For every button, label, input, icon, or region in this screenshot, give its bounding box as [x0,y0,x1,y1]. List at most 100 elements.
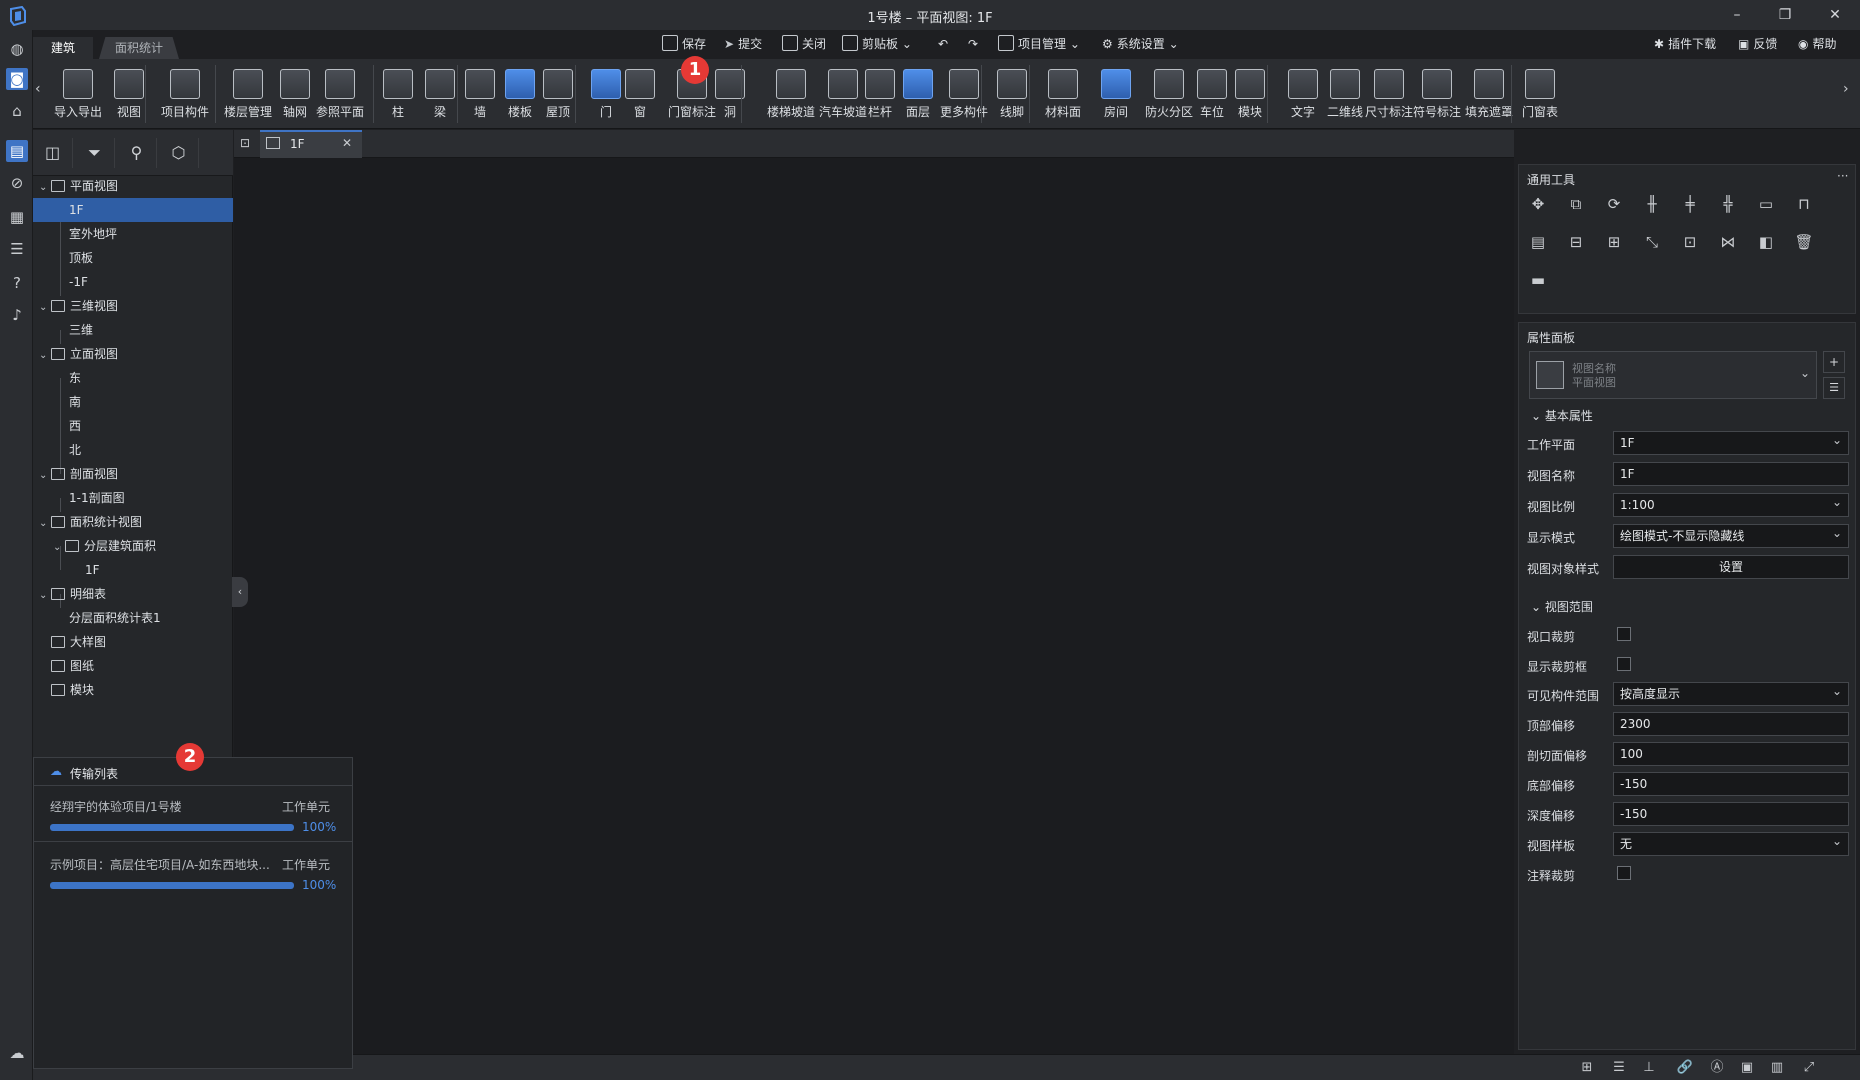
add-type-button[interactable]: + [1823,351,1845,373]
depth-offset-input[interactable]: -150 [1613,802,1849,826]
filter-icon[interactable]: ⏷ [75,138,115,168]
minimize-button[interactable]: – [1724,5,1750,25]
tree-item-section-1-1[interactable]: 1-1剖面图 [33,486,233,510]
link-icon[interactable]: 🔗 [1676,1059,1694,1077]
group-icon[interactable]: ⊡ [1679,231,1701,253]
view-tab-1f[interactable]: 1F ✕ [260,130,362,158]
reference-plane-button[interactable]: 参照平面 [307,65,373,125]
more-options-icon[interactable]: ··· [1837,169,1848,183]
room-button[interactable]: 房间 [1093,65,1139,125]
grid-snap-icon[interactable]: ⊞ [1578,1059,1596,1077]
window-button[interactable]: 窗 [621,65,659,125]
door-window-table-button[interactable]: 门窗表 [1513,65,1567,125]
measure-icon[interactable]: ▬ [1527,269,1549,291]
project-management-button[interactable]: 项目管理 ⌄ [998,32,1080,56]
fire-zone-button[interactable]: 防火分区 [1139,65,1199,125]
tree-group-area-views[interactable]: ⌄ 面积统计视图 [33,510,233,534]
tree-group-sheets[interactable]: 图纸 [33,654,233,678]
tree-item-area-1f[interactable]: 1F [33,558,233,582]
tree-item-north[interactable]: 北 [33,438,233,462]
transfer-item[interactable]: 示例项目：高层住宅项目/A-如东西地块... 工作单元 100% [34,844,352,900]
view-name-input[interactable]: 1F [1613,462,1849,486]
transfer-item[interactable]: 经翔宇的体验项目/1号楼 工作单元 100% [34,786,352,842]
submit-button[interactable]: ➤ 提交 [724,32,762,56]
tree-group-floor-area[interactable]: ⌄ 分层建筑面积 [33,534,233,558]
slab-button[interactable]: 楼板 [499,65,541,125]
view-type-selector[interactable]: 视图名称 平面视图 ⌄ [1529,351,1817,399]
tree-item-floor-area-table[interactable]: 分层面积统计表1 [33,606,233,630]
more-components-button[interactable]: 更多构件 [931,65,997,125]
cloud-upload-icon[interactable]: ☁ [6,1042,28,1064]
view-template-select[interactable]: 无 [1613,830,1849,856]
material-face-button[interactable]: 材料面 [1037,65,1089,125]
tab-area-statistics[interactable]: 面积统计 [99,37,179,59]
bell-icon[interactable]: ♪ [6,304,28,326]
beam-button[interactable]: 梁 [421,65,459,125]
panel-icon[interactable]: ▥ [1768,1059,1786,1077]
rotate-icon[interactable]: ⟳ [1603,193,1625,215]
molding-button[interactable]: 线脚 [991,65,1033,125]
link-icon[interactable]: ⊘ [6,172,28,194]
work-plane-select[interactable]: 1F [1613,429,1849,455]
panel-toggle-icon[interactable]: ◫ [33,138,73,168]
column-button[interactable]: 柱 [379,65,417,125]
text-button[interactable]: 文字 [1283,65,1323,125]
ribbon-scroll-right-icon[interactable]: › [1843,81,1849,97]
fill-mask-button[interactable]: 填充遮罩 [1459,65,1519,125]
copy-icon[interactable]: ⧉ [1565,193,1587,215]
cut-offset-input[interactable]: 100 [1613,742,1849,766]
tree-group-3d-views[interactable]: ⌄ 三维视图 [33,294,233,318]
tree-group-plan-views[interactable]: ⌄ 平面视图 [33,174,233,198]
plugin-download-button[interactable]: ✱ 插件下载 [1654,32,1716,56]
scale-icon[interactable]: ⤡ [1641,231,1663,253]
clipboard-button[interactable]: 剪贴板 ⌄ [842,32,912,56]
array-icon[interactable]: ⊓ [1793,193,1815,215]
show-crop-checkbox[interactable] [1617,657,1631,671]
feedback-button[interactable]: ▣ 反馈 [1738,32,1777,56]
visible-range-select[interactable]: 按高度显示 [1613,680,1849,706]
close-window-button[interactable]: ✕ [1822,5,1848,25]
tree-item-1f[interactable]: 1F [33,198,233,222]
tree-item-west[interactable]: 西 [33,414,233,438]
view-scale-select[interactable]: 1:100 [1613,491,1849,517]
close-button[interactable]: 关闭 [782,32,826,56]
tree-item-south[interactable]: 南 [33,390,233,414]
roof-button[interactable]: 屋顶 [537,65,579,125]
wall-button[interactable]: 墙 [461,65,499,125]
help-circle-icon[interactable]: ? [6,272,28,294]
tree-group-section-views[interactable]: ⌄ 剖面视图 [33,462,233,486]
symbol-button[interactable]: 符号标注 [1407,65,1467,125]
document-icon[interactable]: ▦ [6,206,28,228]
view-range-header[interactable]: ⌄ 视图范围 [1531,598,1593,615]
globe-icon[interactable]: ◍ [6,38,28,60]
tree-item-basement-1f[interactable]: -1F [33,270,233,294]
edit-type-button[interactable]: ☰ [1823,377,1845,399]
tree-item-east[interactable]: 东 [33,366,233,390]
undo-button[interactable]: ↶ [938,32,948,56]
tree-group-elevation-views[interactable]: ⌄ 立面视图 [33,342,233,366]
opening-button[interactable]: 洞 [711,65,749,125]
drawing-canvas[interactable] [234,158,1514,1054]
move-icon[interactable]: ✥ [1527,193,1549,215]
home-icon[interactable]: ⌂ [6,100,28,122]
redo-button[interactable]: ↷ [968,32,978,56]
user-avatar-icon[interactable]: ◙ [6,68,28,90]
collapse-panel-button[interactable]: ‹ [232,577,248,607]
annotation-crop-checkbox[interactable] [1617,866,1631,880]
railing-button[interactable]: 栏杆 [859,65,901,125]
ribbon-scroll-left-icon[interactable]: ‹ [35,81,41,97]
replace-icon[interactable]: ◧ [1755,231,1777,253]
annotate-icon[interactable]: Ⓐ [1708,1059,1726,1077]
system-settings-button[interactable]: ⚙ 系统设置 ⌄ [1102,32,1179,56]
trim-icon[interactable]: ╪ [1679,193,1701,215]
close-tab-icon[interactable]: ✕ [342,136,352,150]
join-icon[interactable]: ⊞ [1603,231,1625,253]
tree-item-3d[interactable]: 三维 [33,318,233,342]
viewport-crop-checkbox[interactable] [1617,627,1631,641]
door-button[interactable]: 门 [587,65,625,125]
location-icon[interactable]: ⚲ [117,138,157,168]
tree-group-detail[interactable]: 大样图 [33,630,233,654]
offset-icon[interactable]: ▭ [1755,193,1777,215]
basic-properties-header[interactable]: ⌄ 基本属性 [1531,407,1593,424]
tab-architecture[interactable]: 建筑 [33,37,93,59]
